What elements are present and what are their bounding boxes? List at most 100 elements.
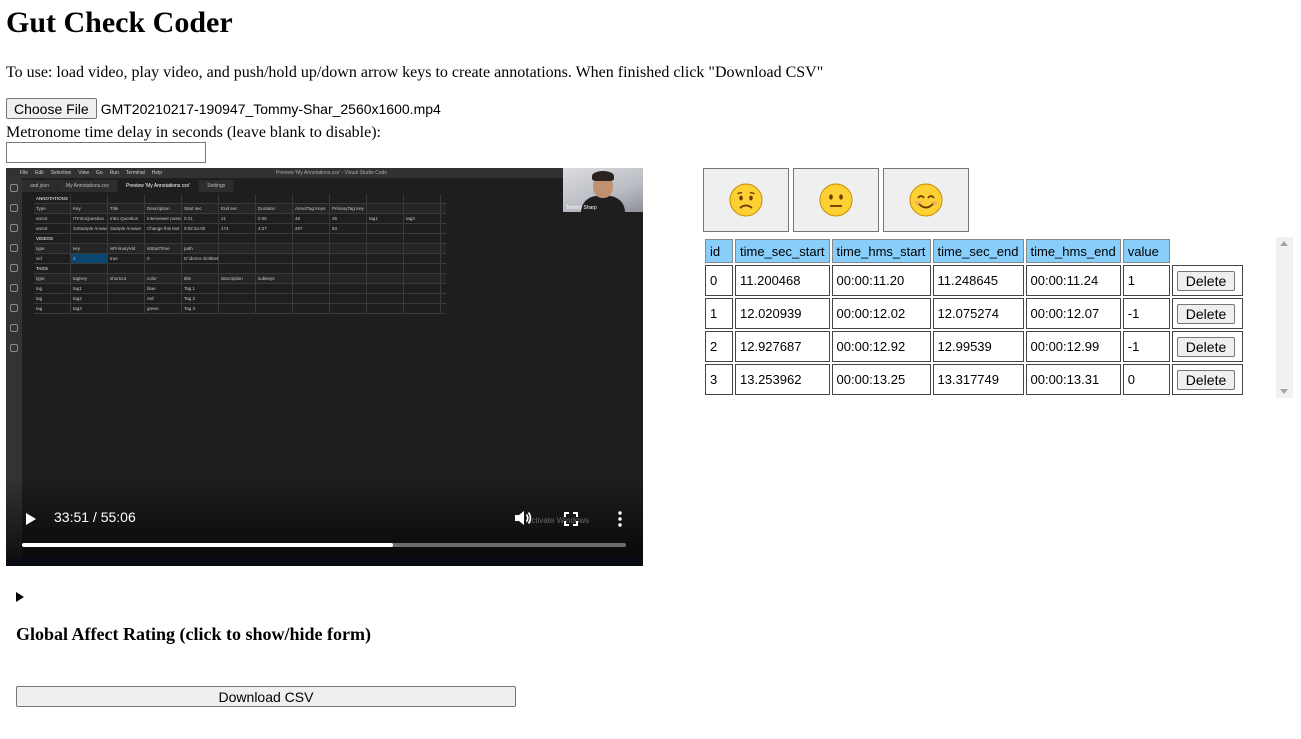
annotations-table: id time_sec_start time_hms_start time_se… bbox=[703, 237, 1245, 397]
csv-preview-cell bbox=[145, 234, 182, 243]
csv-preview-cell bbox=[293, 304, 330, 313]
neutral-face-icon bbox=[819, 183, 853, 217]
vscode-menu-item: File bbox=[20, 170, 29, 176]
csv-preview-cell bbox=[330, 284, 367, 293]
source-control-icon bbox=[10, 224, 18, 232]
scroll-down-icon[interactable] bbox=[1280, 389, 1288, 394]
fullscreen-icon[interactable] bbox=[564, 512, 578, 526]
csv-preview-cell bbox=[219, 264, 256, 273]
csv-preview-cell bbox=[330, 254, 367, 263]
csv-preview-cell: Start sec bbox=[182, 204, 219, 213]
vscode-menu: File Edit Selection View Go Run Terminal Help bbox=[20, 168, 162, 178]
cell-time-sec-end: 12.99539 bbox=[932, 331, 1024, 362]
cell-time-hms-start: 00:00:11.20 bbox=[831, 265, 931, 296]
remote-explorer-icon bbox=[10, 264, 18, 272]
selected-file-name: GMT20210217-190947_Tommy-Shar_2560x1600.… bbox=[100, 100, 441, 117]
download-csv-button[interactable]: Download CSV bbox=[16, 686, 516, 707]
delete-button[interactable]: Delete bbox=[1176, 336, 1236, 357]
vscode-menu-item: View bbox=[78, 170, 90, 176]
csv-preview-cell bbox=[404, 204, 441, 213]
csv-preview-cell bbox=[108, 304, 145, 313]
csv-preview-cell: 93 bbox=[330, 224, 367, 233]
csv-preview-cell bbox=[219, 254, 256, 263]
positive-rating-button[interactable] bbox=[883, 168, 969, 232]
rating-buttons bbox=[703, 168, 969, 232]
file-input[interactable]: Choose File GMT20210217-190947_Tommy-Sha… bbox=[6, 98, 441, 119]
csv-preview-cell bbox=[404, 224, 441, 233]
csv-preview-cell bbox=[404, 264, 441, 273]
csv-preview-cell bbox=[293, 284, 330, 293]
csv-preview-cell: 46 bbox=[293, 214, 330, 223]
csv-preview-cell: blue bbox=[145, 284, 182, 293]
cell-time-sec-end: 12.075274 bbox=[932, 298, 1024, 329]
csv-preview-cell: isStartTime bbox=[145, 244, 182, 253]
csv-preview-row: VIDEOS bbox=[34, 234, 446, 244]
vscode-tab: Preview 'My Annotations.csv' bbox=[117, 180, 200, 192]
csv-preview-cell bbox=[367, 304, 404, 313]
vscode-menu-item: Selection bbox=[50, 170, 72, 176]
cell-delete: Delete bbox=[1171, 331, 1243, 362]
choose-file-button[interactable]: Choose File bbox=[6, 98, 97, 119]
neutral-rating-button[interactable] bbox=[793, 168, 879, 232]
csv-preview-cell: D:\demo-4\c9be46 bbox=[184, 254, 219, 263]
webcam-name: Tommy Sharp bbox=[566, 205, 597, 211]
explorer-icon bbox=[10, 184, 18, 192]
cell-time-hms-start: 00:00:12.02 bbox=[831, 298, 931, 329]
negative-rating-button[interactable] bbox=[703, 168, 789, 232]
timeline-icon bbox=[10, 324, 18, 332]
delete-button[interactable]: Delete bbox=[1176, 369, 1236, 390]
page-title: Gut Check Coder bbox=[6, 6, 233, 39]
csv-preview-cell bbox=[71, 264, 108, 273]
delete-button[interactable]: Delete bbox=[1176, 303, 1236, 324]
csv-preview-cell: tag bbox=[34, 284, 71, 293]
csv-preview-cell bbox=[182, 234, 219, 243]
column-header-time-sec-end: time_sec_end bbox=[932, 239, 1024, 263]
vscode-tab: and.json bbox=[22, 180, 58, 192]
volume-icon[interactable] bbox=[514, 510, 532, 526]
csv-preview-row: type key isPrimaryVid isStartTime path bbox=[34, 244, 446, 254]
csv-preview-cell: red bbox=[145, 294, 182, 303]
cell-delete: Delete bbox=[1171, 298, 1243, 329]
csv-preview-cell: tagKey bbox=[71, 274, 108, 283]
vscode-window-title: Preview 'My Annotations.csv' - Visual St… bbox=[276, 170, 388, 176]
csv-preview-cell bbox=[367, 244, 404, 253]
scroll-up-icon[interactable] bbox=[1280, 241, 1288, 246]
csv-preview-cell: Sample Answer bbox=[108, 224, 145, 233]
csv-preview-cell bbox=[293, 294, 330, 303]
webcam-thumbnail: Tommy Sharp bbox=[563, 168, 643, 212]
csv-preview-cell: Tag 1 bbox=[182, 284, 219, 293]
table-scrollbar[interactable] bbox=[1276, 237, 1293, 398]
csv-preview-cell: subkeys bbox=[256, 274, 293, 283]
cell-time-sec-end: 11.248645 bbox=[932, 265, 1024, 296]
table-row: 2 12.927687 00:00:12.92 12.99539 00:00:1… bbox=[705, 331, 1243, 362]
vscode-tabs: and.json My Annotations.csv Preview 'My An… bbox=[22, 180, 235, 192]
cell-time-hms-start: 00:00:12.92 bbox=[831, 331, 931, 362]
csv-preview-grid: ANNOTATIONS Type Key Title Description Start … bbox=[34, 194, 446, 314]
video-player[interactable]: File Edit Selection View Go Run Terminal Help P… bbox=[6, 168, 643, 566]
csv-preview-cell bbox=[330, 244, 367, 253]
csv-preview-cell bbox=[293, 264, 330, 273]
csv-preview-cell bbox=[293, 244, 330, 253]
play-icon[interactable] bbox=[26, 513, 36, 525]
csv-preview-cell bbox=[293, 234, 330, 243]
column-header-time-sec-start: time_sec_start bbox=[735, 239, 830, 263]
metronome-delay-input[interactable] bbox=[6, 142, 206, 163]
csv-preview-cell bbox=[293, 194, 330, 203]
csv-preview-row: TAGS bbox=[34, 264, 446, 274]
csv-preview-cell: Key bbox=[71, 204, 108, 213]
csv-preview-row: annot 34Sample Answer Sample Answer Change … bbox=[34, 224, 446, 234]
csv-preview-cell: green bbox=[145, 304, 182, 313]
delete-button[interactable]: Delete bbox=[1176, 270, 1236, 291]
csv-preview-cell bbox=[404, 244, 441, 253]
disclosure-triangle-icon[interactable] bbox=[16, 592, 24, 602]
csv-preview-cell bbox=[256, 234, 293, 243]
global-affect-rating-toggle[interactable]: Global Affect Rating (click to show/hide… bbox=[16, 624, 371, 645]
csv-preview-cell bbox=[330, 234, 367, 243]
csv-preview-cell: 0.05 bbox=[256, 214, 293, 223]
cell-id: 0 bbox=[705, 265, 733, 296]
vscode-tab: My Annotations.csv bbox=[57, 180, 118, 192]
csv-preview-cell bbox=[145, 264, 182, 273]
video-progress-bar[interactable] bbox=[22, 543, 626, 547]
more-options-icon[interactable] bbox=[618, 511, 622, 527]
csv-preview-row: ANNOTATIONS bbox=[34, 194, 446, 204]
